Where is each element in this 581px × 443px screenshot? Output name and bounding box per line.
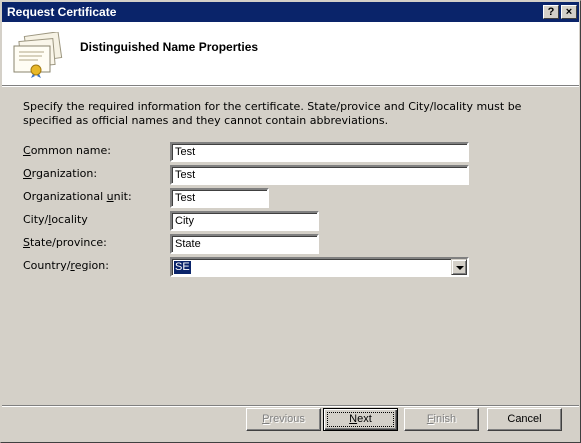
organizational-unit-label: Organizational unit: (23, 190, 132, 203)
title-bar[interactable]: Request Certificate ? × (2, 2, 579, 22)
state-label: State/province: (23, 236, 107, 249)
organizational-unit-field[interactable]: Test (170, 188, 269, 208)
previous-button[interactable]: Previous (246, 408, 321, 431)
finish-button[interactable]: Finish (404, 408, 479, 431)
organization-label: Organization: (23, 167, 98, 180)
next-button[interactable]: Next (323, 408, 398, 431)
dropdown-arrow-icon[interactable] (451, 259, 467, 275)
close-button[interactable]: × (561, 5, 577, 19)
request-certificate-dialog: Request Certificate ? × Distinguished Na… (0, 0, 581, 443)
country-selected-value: SE (173, 260, 192, 275)
country-select[interactable]: SE (170, 257, 469, 277)
country-label: Country/region: (23, 259, 109, 272)
cancel-button[interactable]: Cancel (487, 408, 562, 431)
city-label: City/locality (23, 213, 88, 226)
header-divider (2, 86, 579, 87)
common-name-field[interactable]: Test (170, 142, 469, 162)
window-title: Request Certificate (7, 5, 117, 19)
state-field[interactable]: State (170, 234, 319, 254)
footer-divider (2, 405, 579, 407)
certificate-icon (13, 32, 63, 78)
page-title: Distinguished Name Properties (80, 40, 259, 54)
help-button[interactable]: ? (543, 5, 559, 19)
common-name-label: Common name: (23, 144, 111, 157)
wizard-header: Distinguished Name Properties (2, 22, 579, 86)
organization-field[interactable]: Test (170, 165, 469, 185)
city-field[interactable]: City (170, 211, 319, 231)
instructions-text: Specify the required information for the… (23, 100, 522, 127)
